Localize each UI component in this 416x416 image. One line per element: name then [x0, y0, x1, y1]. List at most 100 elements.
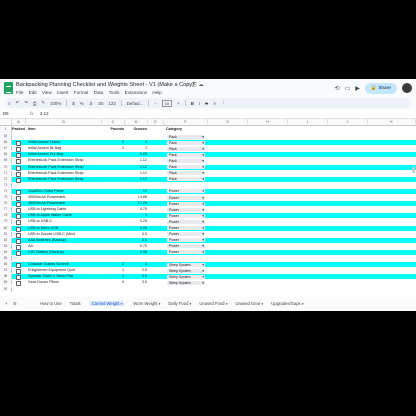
row-number[interactable]: 89	[0, 280, 12, 286]
category-dropdown[interactable]: Pack	[167, 140, 205, 145]
ounces-header[interactable]: Ounces	[126, 126, 147, 133]
zoom-select[interactable]: 100%	[50, 101, 61, 106]
item-cell[interactable]: USB to Apple Watch Cable	[28, 213, 72, 218]
ounces-cell[interactable]: 2.5	[126, 274, 147, 279]
category-dropdown[interactable]: Pack	[167, 177, 205, 182]
pounds-header[interactable]: Pounds	[102, 126, 124, 133]
col-header-e[interactable]: E	[148, 119, 164, 126]
category-dropdown[interactable]: Power	[167, 219, 205, 224]
category-dropdown[interactable]: Pack	[167, 152, 205, 157]
category-dropdown[interactable]: Power	[167, 207, 205, 212]
tab-unused-food[interactable]: Unused Food ▾	[199, 301, 227, 306]
item-cell[interactable]: 30000mAh Powerbank	[28, 195, 65, 200]
category-dropdown[interactable]: Pack	[167, 158, 205, 163]
text-color-button[interactable]: A	[213, 101, 216, 106]
font-size-input[interactable]: 10	[161, 99, 173, 107]
ounces-cell[interactable]: 0.75	[126, 244, 147, 249]
tab-totals[interactable]: Totals	[70, 301, 81, 306]
category-dropdown[interactable]: Power	[167, 213, 205, 218]
category-dropdown[interactable]: Sleep System	[167, 262, 205, 267]
add-sheet-button[interactable]: +	[5, 301, 7, 306]
ounces-cell[interactable]: 1.12	[126, 165, 147, 170]
category-dropdown[interactable]: Power	[167, 201, 205, 206]
ounces-cell[interactable]: 0.5	[126, 238, 147, 243]
row-number[interactable]: 81	[0, 231, 12, 237]
pounds-cell[interactable]: 2	[102, 146, 124, 151]
row-number[interactable]: 88	[0, 274, 12, 280]
vertical-scrollbar[interactable]	[412, 167, 415, 173]
item-cell[interactable]: Initial Ascent 8k Bag	[28, 146, 61, 151]
pounds-cell[interactable]: 0	[102, 140, 124, 145]
row-number[interactable]: 75	[0, 195, 12, 200]
menu-edit[interactable]: Edit	[29, 90, 37, 95]
col-header-a[interactable]: A	[12, 119, 26, 126]
col-header-f[interactable]: F	[164, 119, 208, 126]
meet-icon[interactable]: ▶	[355, 85, 360, 92]
cloud-status-icon[interactable]: ☁	[199, 82, 206, 88]
row-number[interactable]: 80	[0, 225, 12, 231]
undo-icon[interactable]: ↶	[15, 100, 19, 106]
col-header-h[interactable]: H	[248, 119, 288, 126]
menu-help[interactable]: Help	[152, 90, 161, 95]
menu-file[interactable]: File	[16, 90, 23, 95]
number-format-button[interactable]: 123	[108, 101, 115, 106]
paint-format-icon[interactable]: ✎	[41, 100, 45, 106]
increase-decimal-button[interactable]: .00	[97, 101, 103, 106]
ounces-cell[interactable]: 2.5	[126, 268, 147, 273]
sheet-grid[interactable]: A B C D E F G H I J K 1 Packed Item Poun…	[0, 119, 416, 297]
item-header[interactable]: Item	[28, 126, 36, 133]
redo-icon[interactable]: ↷	[24, 100, 28, 106]
ounces-cell[interactable]: 0.25	[126, 226, 147, 231]
item-cell[interactable]: AAA Batteries (Backup)	[28, 238, 67, 243]
font-size-decrease[interactable]: −	[154, 101, 157, 106]
col-header-g[interactable]: G	[208, 119, 248, 126]
ounces-cell[interactable]: 1.12	[126, 177, 147, 182]
item-cell[interactable]: GoalZero Solar Panel	[28, 189, 63, 194]
row-number[interactable]: 86	[0, 262, 12, 268]
row-number[interactable]: 83	[0, 243, 12, 249]
currency-button[interactable]: $	[72, 101, 74, 106]
percent-button[interactable]: %	[80, 101, 84, 106]
category-dropdown[interactable]: Pack	[167, 165, 205, 169]
menu-tools[interactable]: Tools	[109, 90, 120, 95]
category-dropdown[interactable]: Power	[167, 244, 205, 249]
ounces-cell[interactable]: 14.88	[126, 195, 147, 200]
font-size-increase[interactable]: +	[177, 101, 180, 106]
category-dropdown[interactable]: Sleep System	[167, 280, 205, 285]
row-number[interactable]: 77	[0, 207, 12, 213]
item-cell[interactable]: Eberlestock Pack Extension Strap	[28, 158, 84, 163]
tab-carried-weight[interactable]: Carried Weight ▾	[88, 301, 126, 306]
print-icon[interactable]: ⎙	[33, 101, 37, 106]
item-cell[interactable]: AA	[28, 244, 33, 249]
tab-daily-food[interactable]: Daily Food ▾	[168, 301, 191, 306]
ounces-cell[interactable]: 0.75	[126, 207, 147, 212]
more-icon[interactable]: ⋮	[221, 100, 225, 106]
ounces-cell[interactable]: 3	[126, 262, 147, 267]
item-cell[interactable]: Eberlestock Pack Extension Strap	[28, 177, 84, 182]
category-dropdown[interactable]: Power	[167, 226, 205, 230]
pounds-cell[interactable]: 1	[102, 274, 124, 279]
name-box[interactable]: D6	[3, 111, 9, 116]
item-cell[interactable]: USB to Double USB-C (Mini)	[28, 232, 75, 237]
col-header-d[interactable]: D	[125, 119, 148, 126]
col-header-k[interactable]: K	[368, 119, 416, 126]
menu-data[interactable]: Data	[94, 90, 104, 95]
category-dropdown[interactable]: Power	[167, 195, 205, 200]
avatar[interactable]	[402, 83, 412, 93]
row-number[interactable]: 73	[0, 182, 12, 188]
row-number[interactable]: 74	[0, 188, 12, 194]
all-sheets-icon[interactable]: ☰	[13, 301, 17, 306]
history-icon[interactable]: ⟲	[335, 85, 340, 92]
ounces-cell[interactable]: 17.25	[126, 201, 147, 206]
item-cell[interactable]: Initial Ascent Frame	[28, 140, 60, 145]
category-header[interactable]: Category	[166, 126, 182, 133]
category-dropdown[interactable]: Pack	[167, 134, 205, 139]
item-cell[interactable]: USB to USB-C	[28, 219, 52, 224]
menu-view[interactable]: View	[42, 90, 52, 95]
category-dropdown[interactable]: Power	[167, 189, 205, 194]
row-number[interactable]: 84	[0, 249, 12, 255]
category-dropdown[interactable]: Pack	[167, 171, 205, 176]
item-cell[interactable]: USB to Micro USB	[28, 226, 58, 231]
ounces-cell[interactable]: 0.5	[126, 232, 147, 237]
row-number[interactable]: 68	[0, 152, 12, 158]
